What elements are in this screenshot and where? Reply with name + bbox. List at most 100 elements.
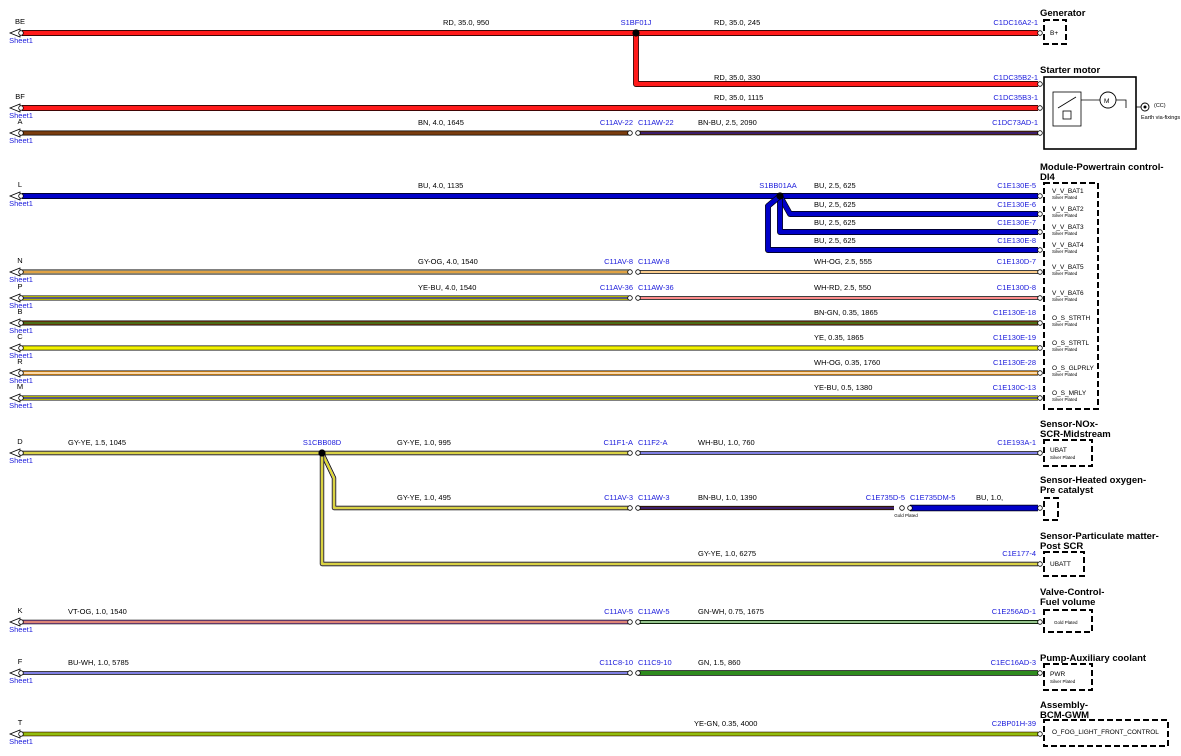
- wire-label: BU, 2.5, 625: [814, 200, 856, 209]
- pin-label-ubat: UBAT: [1050, 447, 1067, 454]
- pin-terminal: [1037, 619, 1043, 625]
- wire-label: VT-OG, 1.0, 1540: [68, 607, 127, 616]
- offsheet-label: L: [18, 180, 22, 189]
- pin-terminal: [1037, 320, 1043, 326]
- earth-label: Earth via-fixings: [1141, 115, 1180, 121]
- offsheet-terminal: [18, 105, 24, 111]
- offsheet-label: R: [17, 357, 23, 366]
- offsheet-label: B: [17, 307, 22, 316]
- wire-label: WH-RD, 2.5, 550: [814, 283, 871, 292]
- connector-label: C11AW-22: [638, 118, 674, 127]
- wire-label: BN, 4.0, 1645: [418, 118, 464, 127]
- pin-terminal: [1037, 370, 1043, 376]
- wire-label: BN-BU, 2.5, 2090: [698, 118, 757, 127]
- offsheet-sheet-link: Sheet1: [9, 676, 33, 685]
- overlay-layer: BE Sheet1 RD, 35.0, 950 RD, 35.0, 245 S1BF01…: [8, 8, 1180, 747]
- connector-label: C1E130E-6: [997, 200, 1036, 209]
- pin-label-fog: O_FOG_LIGHT_FRONT_CONTROL: [1052, 729, 1159, 736]
- connector-label: C11AW-8: [638, 257, 670, 266]
- offsheet-sheet-link: Sheet1: [9, 737, 33, 746]
- wire-label: BU, 1.0,: [976, 493, 1003, 502]
- pin-terminal: [1037, 130, 1043, 136]
- component-title-generator: Generator: [1040, 8, 1086, 19]
- inline-c11av3-a: [627, 505, 633, 511]
- pin-plating-pcm: Silver Plated: [1052, 297, 1078, 302]
- wire-rd-330-outline: [633, 33, 1038, 87]
- wire-gy-ye-495: [320, 452, 630, 510]
- connector-label: C11AV-5: [604, 607, 633, 616]
- plating-note: Gold Plated: [894, 513, 918, 518]
- offsheet-terminal: [18, 450, 24, 456]
- connector-label: C2BP01H-39: [992, 719, 1036, 728]
- component-o2-sensor: [1043, 497, 1059, 521]
- splice-label: S1CBB08D: [303, 438, 342, 447]
- component-title-pcm: Module-Powertrain control-: [1040, 162, 1164, 173]
- offsheet-terminal: [18, 193, 24, 199]
- offsheet-label: T: [18, 718, 23, 727]
- inline-c11f1-b: [635, 450, 641, 456]
- connector-label: C1E130E-8: [997, 236, 1036, 245]
- offsheet-label: A: [17, 117, 22, 126]
- offsheet-label: D: [17, 437, 23, 446]
- offsheet-label: F: [18, 657, 23, 666]
- pin-label-pcm: O_S_STRTL: [1052, 340, 1089, 347]
- pin-terminal: [1037, 670, 1043, 676]
- splice-node: [776, 192, 784, 200]
- offsheet-sheet-link: Sheet1: [9, 625, 33, 634]
- component-title-pm: Post SCR: [1040, 541, 1083, 552]
- offsheet-terminal: [18, 670, 24, 676]
- connector-label: C11AV-36: [600, 283, 633, 292]
- wires-layer: [22, 30, 1038, 737]
- splice-node: [632, 29, 640, 37]
- connector-label: C1DC16A2-1: [993, 18, 1038, 27]
- wire-label: WH-OG, 2.5, 555: [814, 257, 872, 266]
- wire-label: RD, 35.0, 1115: [714, 93, 763, 102]
- wire-label: BU, 2.5, 625: [814, 181, 856, 190]
- pin-terminal: [1037, 229, 1043, 235]
- offsheet-terminal: [18, 345, 24, 351]
- offsheet-label: BF: [15, 92, 25, 101]
- wire-gy-ye-495-outline: [320, 452, 630, 511]
- wire-label: GY-YE, 1.0, 6275: [698, 549, 756, 558]
- component-title-nox: SCR-Midstream: [1040, 429, 1111, 440]
- pin-terminal: [1037, 731, 1043, 737]
- wire-label: GN-WH, 0.75, 1675: [698, 607, 764, 616]
- wire-label: YE, 0.35, 1865: [814, 333, 864, 342]
- inline-c11av8-b: [635, 269, 641, 275]
- wire-label: YE-BU, 0.5, 1380: [814, 383, 872, 392]
- wire-label: GY-OG, 4.0, 1540: [418, 257, 478, 266]
- wire-label: GY-YE, 1.0, 995: [397, 438, 451, 447]
- connector-label: C11C9-10: [638, 658, 672, 667]
- inline-c1e735d-b: [907, 505, 913, 511]
- wire-label: BU, 2.5, 625: [814, 218, 856, 227]
- wire-label: WH-OG, 0.35, 1760: [814, 358, 880, 367]
- connector-label: C1DC73AD-1: [992, 118, 1038, 127]
- connector-label: C1E130E-18: [993, 308, 1036, 317]
- offsheet-label: C: [17, 332, 23, 341]
- pin-plating-pcm: Silver Plated: [1052, 271, 1078, 276]
- component-title-pump: Pump-Auxiliary coolant: [1040, 653, 1147, 664]
- pin-plating-pcm: Silver Plated: [1052, 213, 1078, 218]
- wire-label: WH-BU, 1.0, 760: [698, 438, 755, 447]
- pin-label-b-plus: B+: [1050, 30, 1058, 37]
- connector-label: C1E130E-7: [997, 218, 1036, 227]
- offsheet-label: M: [17, 382, 23, 391]
- connector-label: C1DC35B3-1: [993, 93, 1038, 102]
- pin-label-pcm: V_V_BAT2: [1052, 206, 1084, 213]
- wire-label: RD, 35.0, 950: [443, 18, 489, 27]
- wire-label: GY-YE, 1.5, 1045: [68, 438, 126, 447]
- offsheet-sheet-link: Sheet1: [9, 456, 33, 465]
- connector-label: C1DC35B2-1: [993, 73, 1038, 82]
- pin-terminal: [1037, 345, 1043, 351]
- offsheet-sheet-link: Sheet1: [9, 401, 33, 410]
- connector-label: C1E130D-7: [997, 257, 1036, 266]
- connector-label: C11AV-3: [604, 493, 633, 502]
- pin-label-pcm: V_V_BAT4: [1052, 242, 1084, 249]
- inline-c11f1-a: [627, 450, 633, 456]
- inline-c11av8-a: [627, 269, 633, 275]
- inline-c11c8-b: [635, 670, 641, 676]
- inline-c11av36-a: [627, 295, 633, 301]
- pin-terminal: [1037, 247, 1043, 253]
- offsheet-terminal: [18, 731, 24, 737]
- earth-code: (CC): [1154, 103, 1166, 109]
